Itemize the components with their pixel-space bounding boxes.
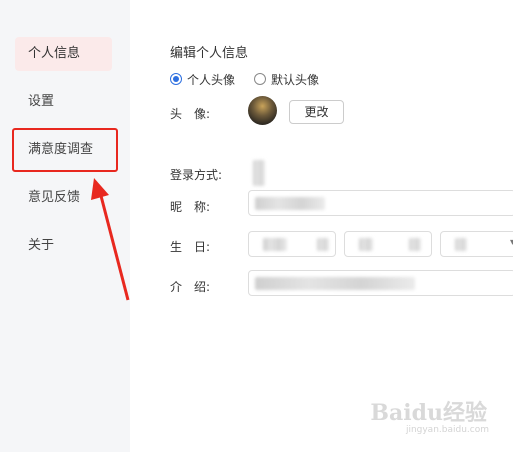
avatar-type-options: 个人头像 默认头像 bbox=[170, 70, 319, 88]
birthday-day-select[interactable]: ▾ bbox=[440, 231, 513, 257]
change-avatar-button[interactable]: 更改 bbox=[289, 100, 344, 124]
birthday-label: 生 日: bbox=[170, 240, 211, 254]
birthday-month-select[interactable] bbox=[344, 231, 432, 257]
login-method-value-redacted bbox=[253, 160, 265, 186]
login-method-label: 登录方式: bbox=[170, 168, 223, 182]
radio-custom-avatar-label: 个人头像 bbox=[187, 72, 236, 87]
sidebar-item-profile[interactable]: 个人信息 bbox=[15, 37, 112, 71]
sidebar-item-feedback[interactable]: 意见反馈 bbox=[15, 181, 112, 215]
sidebar: 个人信息 设置 满意度调查 意见反馈 关于 bbox=[0, 0, 130, 452]
page-title: 编辑个人信息 bbox=[170, 46, 249, 61]
avatar bbox=[248, 96, 277, 125]
intro-input[interactable] bbox=[248, 270, 513, 296]
sidebar-item-settings[interactable]: 设置 bbox=[15, 85, 112, 119]
intro-label: 介 绍: bbox=[170, 280, 211, 294]
avatar-label: 头 像: bbox=[170, 107, 211, 121]
radio-default-avatar-label: 默认头像 bbox=[271, 72, 320, 87]
main-panel: 编辑个人信息 个人头像 默认头像 头 像: 更改 登录方式: 昵 称: 生 日:… bbox=[130, 0, 513, 452]
watermark-url: jingyan.baidu.com bbox=[405, 425, 489, 435]
sidebar-item-about[interactable]: 关于 bbox=[15, 229, 112, 263]
nickname-input[interactable] bbox=[248, 190, 513, 216]
birthday-year-select[interactable] bbox=[248, 231, 336, 257]
radio-default-avatar[interactable] bbox=[254, 73, 267, 85]
annotation-highlight-box bbox=[12, 128, 118, 172]
radio-custom-avatar[interactable] bbox=[170, 73, 182, 85]
nickname-label: 昵 称: bbox=[170, 200, 211, 214]
watermark-logo: Baidu经验 bbox=[370, 400, 487, 426]
